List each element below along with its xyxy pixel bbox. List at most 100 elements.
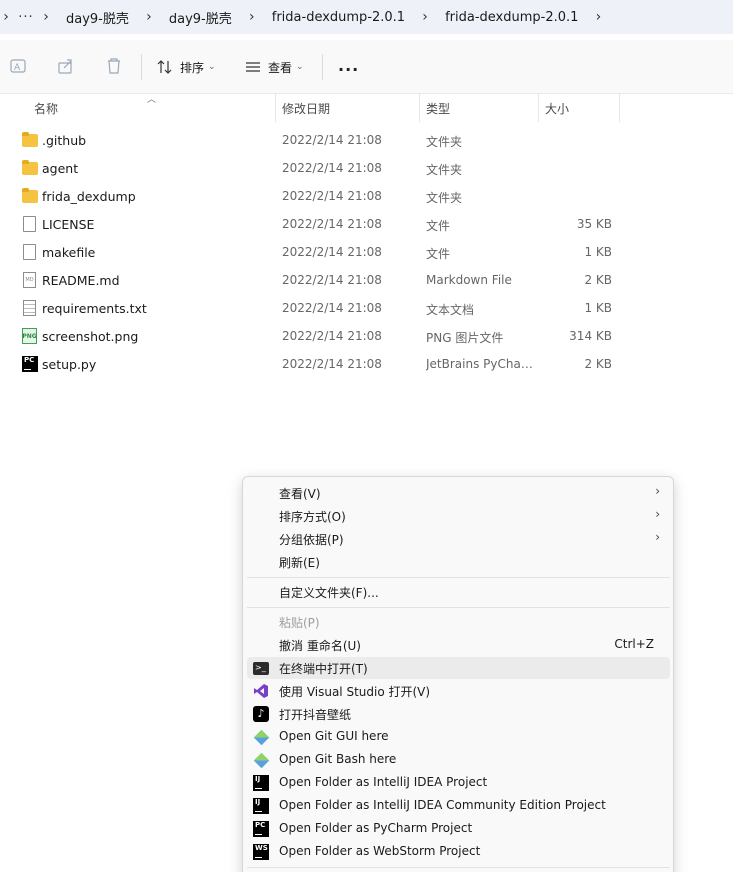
column-header-date[interactable]: 修改日期: [282, 100, 330, 117]
file-size: 35 KB: [576, 217, 612, 231]
file-row[interactable]: requirements.txt 2022/2/14 21:08 文本文档 1 …: [0, 294, 733, 322]
file-name: LICENSE: [42, 217, 95, 232]
menu-separator: [247, 607, 670, 608]
column-header-size[interactable]: 大小: [545, 100, 569, 117]
menu-item-label: Open Folder as IntelliJ IDEA Project: [279, 775, 488, 789]
file-row[interactable]: LICENSE 2022/2/14 21:08 文件 35 KB: [0, 210, 733, 238]
chevron-right-icon: ›: [655, 484, 660, 498]
column-divider[interactable]: [619, 94, 620, 122]
file-date: 2022/2/14 21:08: [282, 301, 382, 315]
file-row[interactable]: makefile 2022/2/14 21:08 文件 1 KB: [0, 238, 733, 266]
chevron-right-icon: ›: [655, 530, 660, 544]
file-row[interactable]: frida_dexdump 2022/2/14 21:08 文件夹: [0, 182, 733, 210]
menu-item-view[interactable]: 查看(V) ›: [247, 482, 670, 504]
file-type: 文件夹: [426, 163, 463, 177]
intellij-idea-icon: IJ: [253, 798, 269, 814]
menu-item-shortcut: Ctrl+Z: [614, 637, 654, 651]
view-button[interactable]: 查看 ⌄: [244, 56, 304, 78]
file-size: 1 KB: [584, 301, 612, 315]
file-name: frida_dexdump: [42, 189, 136, 204]
file-name: screenshot.png: [42, 329, 139, 344]
menu-separator: [247, 867, 670, 868]
column-divider[interactable]: [275, 94, 276, 122]
menu-item-git-bash[interactable]: Open Git Bash here: [247, 749, 670, 771]
column-header-name[interactable]: 名称: [34, 100, 58, 117]
menu-item-label: 查看(V): [279, 487, 321, 501]
breadcrumb-item-current[interactable]: frida-dexdump-2.0.1: [431, 10, 592, 25]
column-header-type[interactable]: 类型: [426, 100, 450, 117]
more-options-button[interactable]: ...: [338, 56, 359, 75]
column-divider[interactable]: [419, 94, 420, 122]
chevron-right-icon[interactable]: ›: [419, 9, 431, 25]
column-divider[interactable]: [538, 94, 539, 122]
breadcrumb-item[interactable]: day9-脱壳: [155, 8, 246, 27]
menu-item-label: 粘贴(P): [279, 616, 320, 630]
file-name: agent: [42, 161, 79, 176]
toolbar-divider: [141, 54, 142, 80]
file-name: makefile: [42, 245, 96, 260]
file-date: 2022/2/14 21:08: [282, 357, 382, 371]
file-list: .github 2022/2/14 21:08 文件夹 agent 2022/2…: [0, 126, 733, 378]
menu-item-refresh[interactable]: 刷新(E): [247, 551, 670, 573]
git-icon: [253, 729, 269, 745]
menu-item-label: Open Folder as WebStorm Project: [279, 844, 481, 858]
menu-item-undo-rename[interactable]: 撤消 重命名(U) Ctrl+Z: [247, 634, 670, 656]
file-icon: [22, 244, 38, 260]
markdown-file-icon: MD: [22, 272, 38, 288]
breadcrumb-item[interactable]: day9-脱壳: [52, 8, 143, 27]
file-row[interactable]: PC setup.py 2022/2/14 21:08 JetBrains Py…: [0, 350, 733, 378]
file-date: 2022/2/14 21:08: [282, 189, 382, 203]
menu-item-intellij-idea[interactable]: IJ Open Folder as IntelliJ IDEA Project: [247, 772, 670, 794]
sort-button[interactable]: 排序 ⌄: [156, 56, 216, 78]
file-name: requirements.txt: [42, 301, 147, 316]
command-bar: A 排序 ⌄ 查看 ⌄ ...: [0, 40, 733, 94]
view-label: 查看: [268, 60, 293, 75]
chevron-right-icon[interactable]: ›: [246, 9, 258, 25]
chevron-right-icon[interactable]: ›: [592, 9, 604, 25]
menu-item-group-by[interactable]: 分组依据(P) ›: [247, 528, 670, 550]
folder-icon: [22, 188, 38, 204]
view-icon: [246, 62, 260, 72]
pycharm-file-icon: PC: [22, 356, 38, 372]
menu-item-pycharm[interactable]: PC Open Folder as PyCharm Project: [247, 818, 670, 840]
breadcrumb-item[interactable]: frida-dexdump-2.0.1: [258, 10, 419, 25]
file-type: 文件: [426, 247, 451, 261]
delete-icon[interactable]: [104, 56, 124, 76]
file-date: 2022/2/14 21:08: [282, 161, 382, 175]
file-row[interactable]: agent 2022/2/14 21:08 文件夹: [0, 154, 733, 182]
menu-item-label: Open Folder as PyCharm Project: [279, 821, 473, 835]
chevron-right-icon: ›: [43, 9, 49, 25]
chevron-right-icon[interactable]: ›: [143, 9, 155, 25]
menu-item-open-douyin[interactable]: ♪ 打开抖音壁纸: [247, 703, 670, 725]
menu-item-label: Open Folder as IntelliJ IDEA Community E…: [279, 798, 606, 812]
file-date: 2022/2/14 21:08: [282, 217, 382, 231]
menu-item-paste: 粘贴(P): [247, 611, 670, 633]
menu-item-open-visual-studio[interactable]: 使用 Visual Studio 打开(V): [247, 680, 670, 702]
breadcrumb: › ··· › day9-脱壳 › day9-脱壳 › frida-dexdum…: [0, 0, 733, 34]
visual-studio-icon: [253, 683, 269, 699]
svg-text:A: A: [14, 63, 21, 73]
folder-icon: [22, 160, 38, 176]
menu-item-open-terminal[interactable]: >_ 在终端中打开(T): [247, 657, 670, 679]
menu-item-webstorm[interactable]: WS Open Folder as WebStorm Project: [247, 841, 670, 863]
rename-icon[interactable]: A: [8, 56, 28, 76]
file-row[interactable]: .github 2022/2/14 21:08 文件夹: [0, 126, 733, 154]
sort-ascending-icon: ︿: [147, 95, 157, 105]
file-size: 314 KB: [569, 329, 612, 343]
menu-item-intellij-idea-ce[interactable]: IJ Open Folder as IntelliJ IDEA Communit…: [247, 795, 670, 817]
ellipsis-icon[interactable]: ···: [12, 10, 40, 25]
menu-item-customize-folder[interactable]: 自定义文件夹(F)...: [247, 581, 670, 603]
chevron-right-icon: ›: [655, 507, 660, 521]
menu-item-label: 在终端中打开(T): [279, 662, 368, 676]
file-name: .github: [42, 133, 87, 148]
file-type: 文件夹: [426, 135, 463, 149]
file-date: 2022/2/14 21:08: [282, 329, 382, 343]
file-row[interactable]: MD README.md 2022/2/14 21:08 Markdown Fi…: [0, 266, 733, 294]
menu-item-git-gui[interactable]: Open Git GUI here: [247, 726, 670, 748]
tiktok-icon: ♪: [253, 706, 269, 722]
menu-item-sort-by[interactable]: 排序方式(O) ›: [247, 505, 670, 527]
share-icon[interactable]: [56, 56, 76, 76]
context-menu: 查看(V) › 排序方式(O) › 分组依据(P) › 刷新(E) 自定义文件夹…: [242, 476, 674, 872]
file-type: PNG 图片文件: [426, 331, 504, 345]
file-row[interactable]: PNG screenshot.png 2022/2/14 21:08 PNG 图…: [0, 322, 733, 350]
